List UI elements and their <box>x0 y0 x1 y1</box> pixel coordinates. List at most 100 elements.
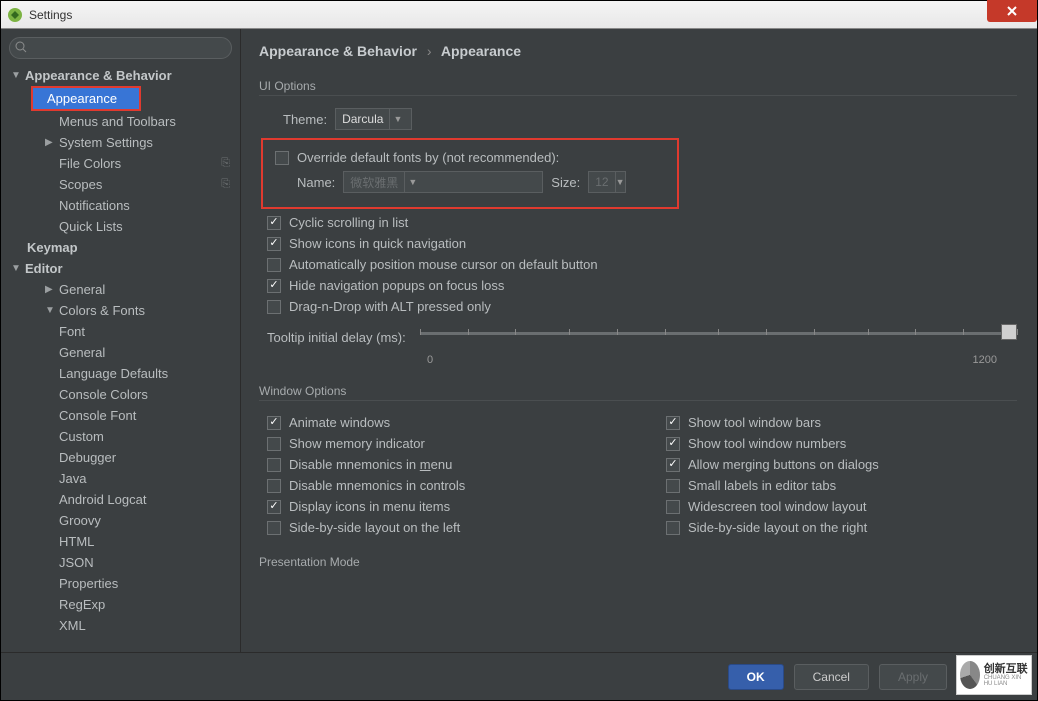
apply-button[interactable]: Apply <box>879 664 947 690</box>
copy-icon: ⎘ <box>221 157 230 170</box>
watermark-logo-icon <box>960 661 980 689</box>
breadcrumb-a: Appearance & Behavior <box>259 43 417 59</box>
sidebar-item-properties[interactable]: Properties <box>1 573 240 594</box>
sidebar-item-general[interactable]: General <box>1 342 240 363</box>
sidebar-item-scopes[interactable]: Scopes⎘ <box>1 174 240 195</box>
chevron-down-icon: ▼ <box>389 109 405 129</box>
slider-max: 1200 <box>973 354 997 366</box>
disable-mnemonics-menu-checkbox[interactable] <box>267 458 281 472</box>
cyclic-scrolling-label: Cyclic scrolling in list <box>289 215 408 230</box>
watermark-sub: CHUANG XIN HU LIAN <box>984 675 1028 687</box>
drag-drop-label: Drag-n-Drop with ALT pressed only <box>289 299 491 314</box>
sidebar-item-custom[interactable]: Custom <box>1 426 240 447</box>
sbs-left-checkbox[interactable] <box>267 521 281 535</box>
override-fonts-group: Override default fonts by (not recommend… <box>261 138 679 209</box>
show-icons-label: Show icons in quick navigation <box>289 236 466 251</box>
memory-indicator-checkbox[interactable] <box>267 437 281 451</box>
animate-windows-label: Animate windows <box>289 415 390 430</box>
sidebar-item-file-colors[interactable]: File Colors⎘ <box>1 153 240 174</box>
sidebar-item-android-logcat[interactable]: Android Logcat <box>1 489 240 510</box>
theme-label: Theme: <box>283 112 327 127</box>
cyclic-scrolling-checkbox[interactable] <box>267 216 281 230</box>
hide-nav-label: Hide navigation popups on focus loss <box>289 278 504 293</box>
app-icon <box>7 7 23 23</box>
slider-thumb[interactable] <box>1001 324 1017 340</box>
ok-button[interactable]: OK <box>728 664 784 690</box>
sbs-right-label: Side-by-side layout on the right <box>688 520 867 535</box>
widescreen-label: Widescreen tool window layout <box>688 499 866 514</box>
font-name-value: 微软雅黑 <box>350 174 398 191</box>
sidebar-item-keymap[interactable]: Keymap <box>1 237 240 258</box>
title-bar: Settings <box>1 1 1037 29</box>
search-icon <box>15 41 27 53</box>
show-nums-label: Show tool window numbers <box>688 436 846 451</box>
sbs-right-checkbox[interactable] <box>666 521 680 535</box>
main-panel: Appearance & Behavior › Appearance UI Op… <box>241 29 1037 652</box>
theme-value: Darcula <box>342 112 383 126</box>
sidebar-item-quick-lists[interactable]: Quick Lists <box>1 216 240 237</box>
sidebar-item-colors-fonts[interactable]: ▼Colors & Fonts <box>1 300 240 321</box>
window-title: Settings <box>29 8 72 22</box>
font-name-select[interactable]: 微软雅黑 ▼ <box>343 171 543 193</box>
close-button[interactable] <box>987 0 1037 22</box>
allow-merge-checkbox[interactable] <box>666 458 680 472</box>
sidebar-item-appearance[interactable]: Appearance <box>33 88 139 109</box>
ui-options-title: UI Options <box>259 79 1017 96</box>
sidebar-item-system-settings[interactable]: ▶System Settings <box>1 132 240 153</box>
show-icons-checkbox[interactable] <box>267 237 281 251</box>
disable-mnemonics-controls-checkbox[interactable] <box>267 479 281 493</box>
sidebar-item-xml[interactable]: XML <box>1 615 240 636</box>
auto-position-checkbox[interactable] <box>267 258 281 272</box>
presentation-mode-title: Presentation Mode <box>259 555 1017 571</box>
theme-select[interactable]: Darcula ▼ <box>335 108 412 130</box>
dialog-footer: OK Cancel Apply <box>1 652 1037 700</box>
hide-nav-checkbox[interactable] <box>267 279 281 293</box>
slider-min: 0 <box>427 354 433 366</box>
sbs-left-label: Side-by-side layout on the left <box>289 520 460 535</box>
sidebar-item-java[interactable]: Java <box>1 468 240 489</box>
display-icons-checkbox[interactable] <box>267 500 281 514</box>
sidebar-item-json[interactable]: JSON <box>1 552 240 573</box>
sidebar-item-editor[interactable]: ▼Editor <box>1 258 240 279</box>
disable-mnemonics-menu-label: Disable mnemonics in menu <box>289 457 452 472</box>
sidebar-item-regexp[interactable]: RegExp <box>1 594 240 615</box>
small-labels-label: Small labels in editor tabs <box>688 478 836 493</box>
sidebar-item-language-defaults[interactable]: Language Defaults <box>1 363 240 384</box>
override-fonts-label: Override default fonts by (not recommend… <box>297 150 559 165</box>
sidebar-item-groovy[interactable]: Groovy <box>1 510 240 531</box>
sidebar-item-appearance-behavior[interactable]: ▼Appearance & Behavior <box>1 65 240 86</box>
display-icons-label: Display icons in menu items <box>289 499 450 514</box>
font-size-label: Size: <box>551 175 580 190</box>
sidebar-item-font[interactable]: Font <box>1 321 240 342</box>
chevron-down-icon: ▼ <box>615 172 625 192</box>
breadcrumb-b: Appearance <box>441 43 521 59</box>
sidebar-item-general[interactable]: ▶General <box>1 279 240 300</box>
settings-tree[interactable]: ▼Appearance & BehaviorAppearanceMenus an… <box>1 65 240 652</box>
sidebar-item-debugger[interactable]: Debugger <box>1 447 240 468</box>
sidebar-item-console-font[interactable]: Console Font <box>1 405 240 426</box>
sidebar-item-notifications[interactable]: Notifications <box>1 195 240 216</box>
sidebar-item-menus-and-toolbars[interactable]: Menus and Toolbars <box>1 111 240 132</box>
font-size-select[interactable]: 12 ▼ <box>588 171 626 193</box>
small-labels-checkbox[interactable] <box>666 479 680 493</box>
show-bars-checkbox[interactable] <box>666 416 680 430</box>
search-input[interactable] <box>9 37 232 59</box>
cancel-button[interactable]: Cancel <box>794 664 869 690</box>
disable-mnemonics-controls-label: Disable mnemonics in controls <box>289 478 465 493</box>
animate-windows-checkbox[interactable] <box>267 416 281 430</box>
watermark: 创新互联 CHUANG XIN HU LIAN <box>956 655 1032 695</box>
override-fonts-checkbox[interactable] <box>275 151 289 165</box>
breadcrumb: Appearance & Behavior › Appearance <box>259 43 1017 59</box>
tooltip-delay-slider[interactable] <box>420 324 1017 350</box>
show-bars-label: Show tool window bars <box>688 415 821 430</box>
tooltip-delay-label: Tooltip initial delay (ms): <box>267 330 406 345</box>
sidebar-item-console-colors[interactable]: Console Colors <box>1 384 240 405</box>
copy-icon: ⎘ <box>221 178 230 191</box>
drag-drop-checkbox[interactable] <box>267 300 281 314</box>
window-options-title: Window Options <box>259 384 1017 401</box>
font-size-value: 12 <box>595 175 608 189</box>
sidebar: ▼Appearance & BehaviorAppearanceMenus an… <box>1 29 241 652</box>
sidebar-item-html[interactable]: HTML <box>1 531 240 552</box>
show-nums-checkbox[interactable] <box>666 437 680 451</box>
widescreen-checkbox[interactable] <box>666 500 680 514</box>
